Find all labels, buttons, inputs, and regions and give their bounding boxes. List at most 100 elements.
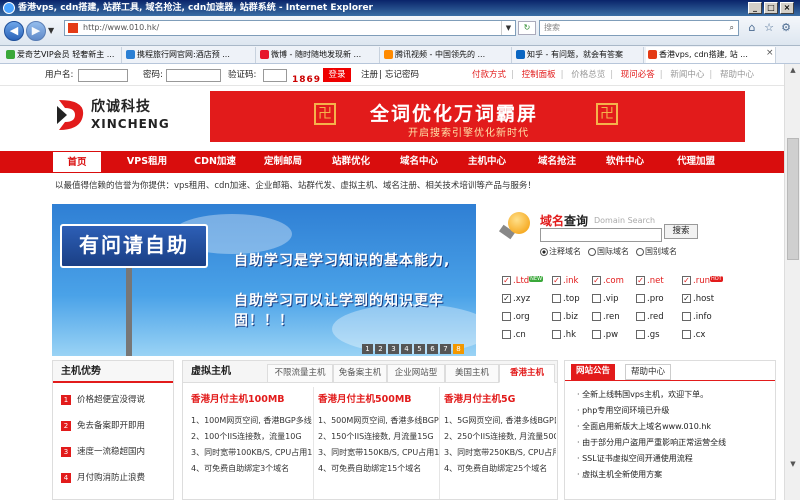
radio-annotated-domain[interactable]: 注释域名 [540,246,581,257]
seo-banner[interactable]: 卍 全词优化万词霸屏 开启搜索引擎优化新时代 卍 [210,91,745,142]
nav-domain[interactable]: 域名中心 [390,151,448,173]
tab-enterprise-host[interactable]: 企业网站型 [387,364,445,383]
announcement-item[interactable]: · 全新上线韩国vps主机，欢迎下单。 [565,387,775,403]
link-help[interactable]: 帮助中心 [720,70,754,80]
radio-country-domain[interactable]: 国别域名 [636,246,677,257]
nav-vps[interactable]: VPS租用 [118,151,176,173]
nav-home[interactable]: 首页 [52,151,102,173]
announcement-item[interactable]: · 全面启用新版大上域名www.010.hk [565,419,775,435]
nav-software[interactable]: 软件中心 [596,151,654,173]
tab-tencent-video[interactable]: 腾讯视频 - 中国领先的 ... [382,47,512,63]
tab-no-record-host[interactable]: 免备案主机 [333,364,387,383]
nav-site-group[interactable]: 站群优化 [322,151,380,173]
captcha-image[interactable]: 1869 [292,69,321,91]
tld-cn[interactable]: .cn [502,330,526,340]
domain-search-button[interactable]: 搜索 [664,224,698,239]
nav-host[interactable]: 主机中心 [458,151,516,173]
domain-search-input[interactable] [540,228,662,242]
username-input[interactable] [78,69,128,82]
slider-page-7[interactable]: 7 [440,344,451,354]
slider-page-8[interactable]: 8 [453,344,464,354]
tld-red[interactable]: .red [636,312,664,322]
search-icon[interactable]: ⌕ [730,21,734,35]
scroll-up-icon[interactable]: ▲ [788,66,798,76]
nav-domain-snap[interactable]: 域名抢注 [528,151,586,173]
tld-host[interactable]: ✓ .host [682,294,714,304]
tld-xyz[interactable]: ✓ .xyz [502,294,530,304]
slider-page-4[interactable]: 4 [401,344,412,354]
tld-biz[interactable]: .biz [552,312,578,322]
tab-weibo[interactable]: 微博 - 随时随地发现新 ... [258,47,380,63]
radio-international-domain[interactable]: 国际域名 [588,246,629,257]
tld-top[interactable]: .top [552,294,580,304]
back-icon[interactable]: ◀ [4,21,24,41]
host-plan-500mb[interactable]: 香港月付主机500MB 1、500M网页空间, 香港多线BGP 2、150个II… [318,387,442,499]
tab-iqiyi[interactable]: 爱奇艺VIP会员 轻奢新主 ... [4,47,122,63]
plan-title[interactable]: 香港月付主机100MB [191,391,315,409]
tld-ink[interactable]: ✓ .ink [552,276,578,286]
tab-unlimited-host[interactable]: 不限流量主机 [267,364,333,383]
tab-close-icon[interactable]: × [766,48,774,58]
address-dropdown-icon[interactable]: ▼ [501,21,515,35]
slider-page-6[interactable]: 6 [427,344,438,354]
tab-ctrip[interactable]: 携程旅行网官网:酒店预 ... [124,47,256,63]
favorites-star-icon[interactable]: ☆ [762,21,776,35]
browser-search-input[interactable]: 搜索 ⌕ [539,20,739,36]
tld-vip[interactable]: .vip [592,294,619,304]
plan-title[interactable]: 香港月付主机5G [444,391,556,409]
announcement-item[interactable]: · SSL证书虚拟空间开通使用流程 [565,451,775,467]
announcement-item[interactable]: · 由于部分用户盗用严重影响正常运营全线 [565,435,775,451]
password-input[interactable] [166,69,221,82]
address-bar[interactable]: http://www.010.hk/ ▼ [64,20,516,36]
link-control-panel[interactable]: 控制面板 [522,70,556,80]
nav-cdn[interactable]: CDN加速 [186,151,244,173]
history-dropdown-icon[interactable]: ▼ [48,26,54,35]
tab-site-announcements[interactable]: 网站公告 [571,364,616,380]
link-payment[interactable]: 付款方式 [472,70,506,80]
tld-ren[interactable]: .ren [592,312,620,322]
link-faq[interactable]: 现问必答 [621,70,655,80]
settings-gear-icon[interactable]: ⚙ [779,21,793,35]
plan-title[interactable]: 香港月付主机500MB [318,391,442,409]
forward-icon[interactable]: ▶ [26,21,46,41]
scroll-thumb[interactable] [787,138,799,260]
slider-page-5[interactable]: 5 [414,344,425,354]
site-logo[interactable]: 欣诚科技 XINCHENG [55,94,195,138]
tab-zhihu[interactable]: 知乎 - 有问题，就会有答案 [514,47,644,63]
tab-current-site[interactable]: 香港vps, cdn搭建, 站 ... [646,47,776,63]
scroll-down-icon[interactable]: ▼ [788,460,798,470]
nav-mail[interactable]: 定制邮局 [254,151,312,173]
minimize-button[interactable]: _ [748,2,762,14]
login-button[interactable]: 登录 [323,68,351,82]
refresh-icon[interactable]: ↻ [518,21,536,35]
tld-org[interactable]: .org [502,312,530,322]
host-plan-5g[interactable]: 香港月付主机5G 1、5G网页空间, 香港多线BGP口 2、250个IIS连接数… [444,387,556,499]
tld-ltd[interactable]: ✓ .LtdNEW [502,276,544,286]
forgot-password-link[interactable]: 忘记密码 [385,64,419,86]
link-news[interactable]: 新闻中心 [670,70,704,80]
slider-page-1[interactable]: 1 [362,344,373,354]
captcha-input[interactable] [263,69,287,82]
tld-pw[interactable]: .pw [592,330,618,340]
tld-hk[interactable]: .hk [552,330,576,340]
announcement-item[interactable]: · php专用空间环境已升级 [565,403,775,419]
slider-page-2[interactable]: 2 [375,344,386,354]
announcement-item[interactable]: · 虚拟主机全新使用方案 [565,467,775,483]
tld-pro[interactable]: .pro [636,294,664,304]
register-link[interactable]: 注册 [361,64,378,86]
tld-info[interactable]: .info [682,312,712,322]
slider-page-3[interactable]: 3 [388,344,399,354]
tld-cx[interactable]: .cx [682,330,705,340]
tab-us-host[interactable]: 美国主机 [445,364,499,383]
vertical-scrollbar[interactable]: ▲ ▼ [784,64,800,500]
tld-run[interactable]: ✓ .runHOT [682,276,723,286]
hero-slider[interactable]: 有问请自助 自助学习是学习知识的基本能力, 自助学习可以让学到的知识更牢固！！！… [52,204,476,356]
tld-gs[interactable]: .gs [636,330,660,340]
nav-agent[interactable]: 代理加盟 [666,151,726,173]
close-window-button[interactable]: × [780,2,794,14]
host-plan-100mb[interactable]: 香港月付主机100MB 1、100M网页空间, 香港BGP多线 2、100个II… [191,387,315,499]
home-icon[interactable]: ⌂ [745,21,759,35]
tab-help-center[interactable]: 帮助中心 [625,364,672,380]
link-price-overview[interactable]: 价格总览 [571,70,605,80]
maximize-button[interactable]: □ [764,2,778,14]
